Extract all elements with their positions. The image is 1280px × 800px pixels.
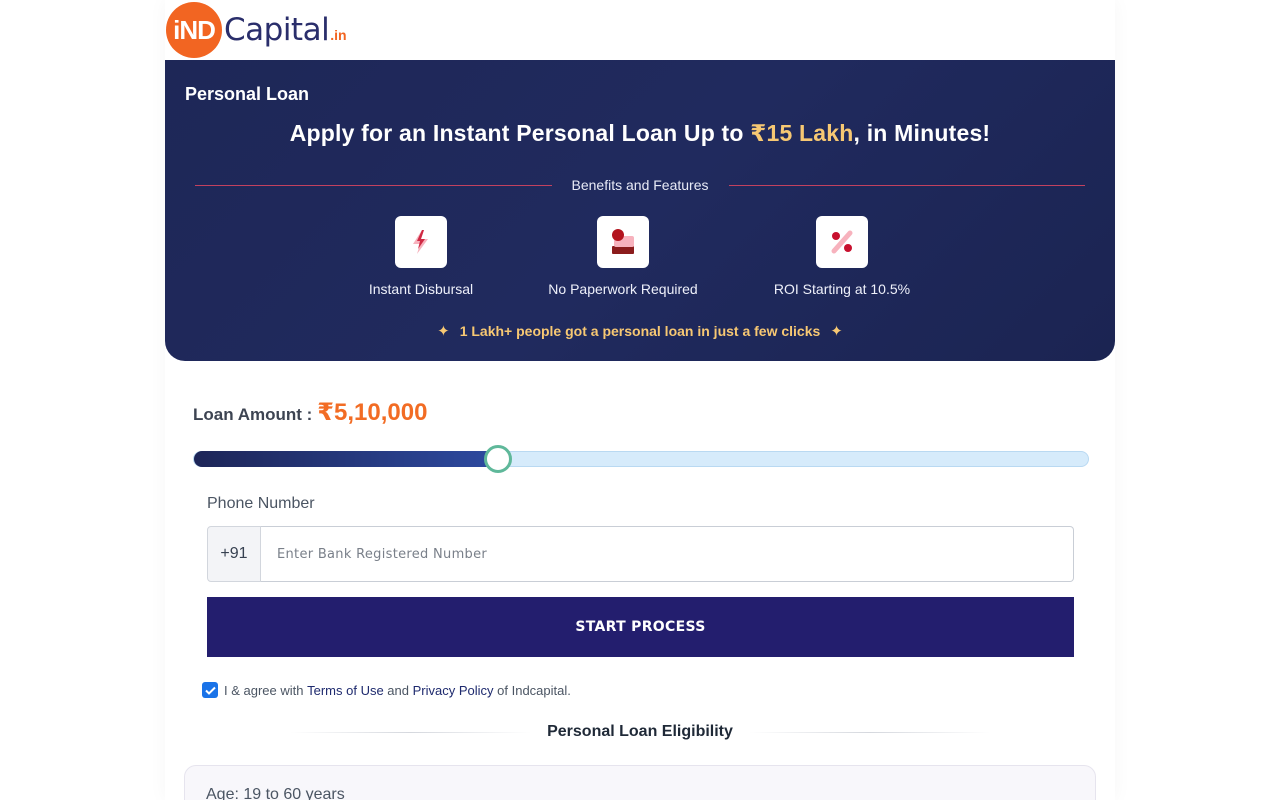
agree-suffix: of Indcapital.	[493, 682, 571, 698]
feature-no-paperwork: No Paperwork Required	[523, 216, 723, 297]
loan-amount-value: ₹5,10,000	[317, 399, 428, 426]
country-code: +91	[207, 526, 261, 582]
phone-input[interactable]	[261, 526, 1074, 582]
hero-title-suffix: , in Minutes!	[853, 120, 991, 146]
logo-wordmark: Capital	[224, 12, 330, 48]
percent-icon	[816, 216, 868, 268]
hero-banner: Personal Loan Apply for an Instant Perso…	[165, 60, 1115, 361]
divider-line	[748, 731, 990, 733]
hero-title: Apply for an Instant Personal Loan Up to…	[165, 120, 1115, 147]
feature-label: Instant Disbursal	[368, 281, 474, 297]
hero-label: Personal Loan	[185, 84, 310, 104]
benefits-heading: Benefits and Features	[195, 177, 1086, 193]
phone-field-group: +91	[207, 526, 1074, 582]
hero-footer-text: 1 Lakh+ people got a personal loan in ju…	[459, 323, 821, 339]
slider-fill	[194, 451, 498, 467]
brand-logo[interactable]: iND Capital .in	[166, 2, 347, 58]
feature-instant-disbursal: Instant Disbursal	[321, 216, 521, 297]
eligibility-card: Age: 19 to 60 years	[184, 765, 1096, 800]
feature-label: ROI Starting at 10.5%	[773, 281, 911, 297]
terms-agreement: I & agree with Terms of Use and Privacy …	[202, 682, 571, 698]
hero-title-accent: ₹15 Lakh	[750, 120, 854, 146]
divider-line	[290, 731, 532, 733]
lightning-icon	[395, 216, 447, 268]
eligibility-heading-text: Personal Loan Eligibility	[547, 723, 733, 740]
eligibility-heading: Personal Loan Eligibility	[290, 723, 990, 741]
terms-of-use-link[interactable]: Terms of Use	[307, 683, 384, 698]
loan-amount-slider[interactable]	[193, 445, 1089, 473]
hero-footer-note: ✦ 1 Lakh+ people got a personal loan in j…	[165, 322, 1115, 340]
divider-line	[728, 184, 1086, 186]
slider-thumb[interactable]	[483, 445, 512, 473]
document-stack-icon	[597, 216, 649, 268]
eligibility-item: Age: 19 to 60 years	[206, 786, 345, 800]
benefits-heading-text: Benefits and Features	[571, 177, 709, 193]
feature-label: No Paperwork Required	[548, 281, 698, 297]
feature-roi: ROI Starting at 10.5%	[742, 216, 942, 297]
loan-amount: Loan Amount : ₹5,10,000	[193, 398, 427, 427]
privacy-policy-link[interactable]: Privacy Policy	[413, 683, 494, 698]
divider-line	[195, 184, 552, 186]
agree-prefix: I & agree with	[224, 682, 308, 698]
loan-amount-label: Loan Amount :	[193, 405, 313, 424]
agree-checkbox[interactable]	[202, 682, 218, 698]
logo-tld: .in	[330, 27, 347, 43]
sparkle-icon: ✦	[830, 323, 843, 340]
sparkle-icon: ✦	[437, 323, 450, 340]
hero-title-prefix: Apply for an Instant Personal Loan Up to	[289, 120, 751, 146]
logo-badge: iND	[166, 2, 222, 58]
agree-middle: and	[383, 682, 413, 698]
phone-label: Phone Number	[207, 495, 315, 512]
start-process-button[interactable]: START PROCESS	[207, 597, 1074, 657]
